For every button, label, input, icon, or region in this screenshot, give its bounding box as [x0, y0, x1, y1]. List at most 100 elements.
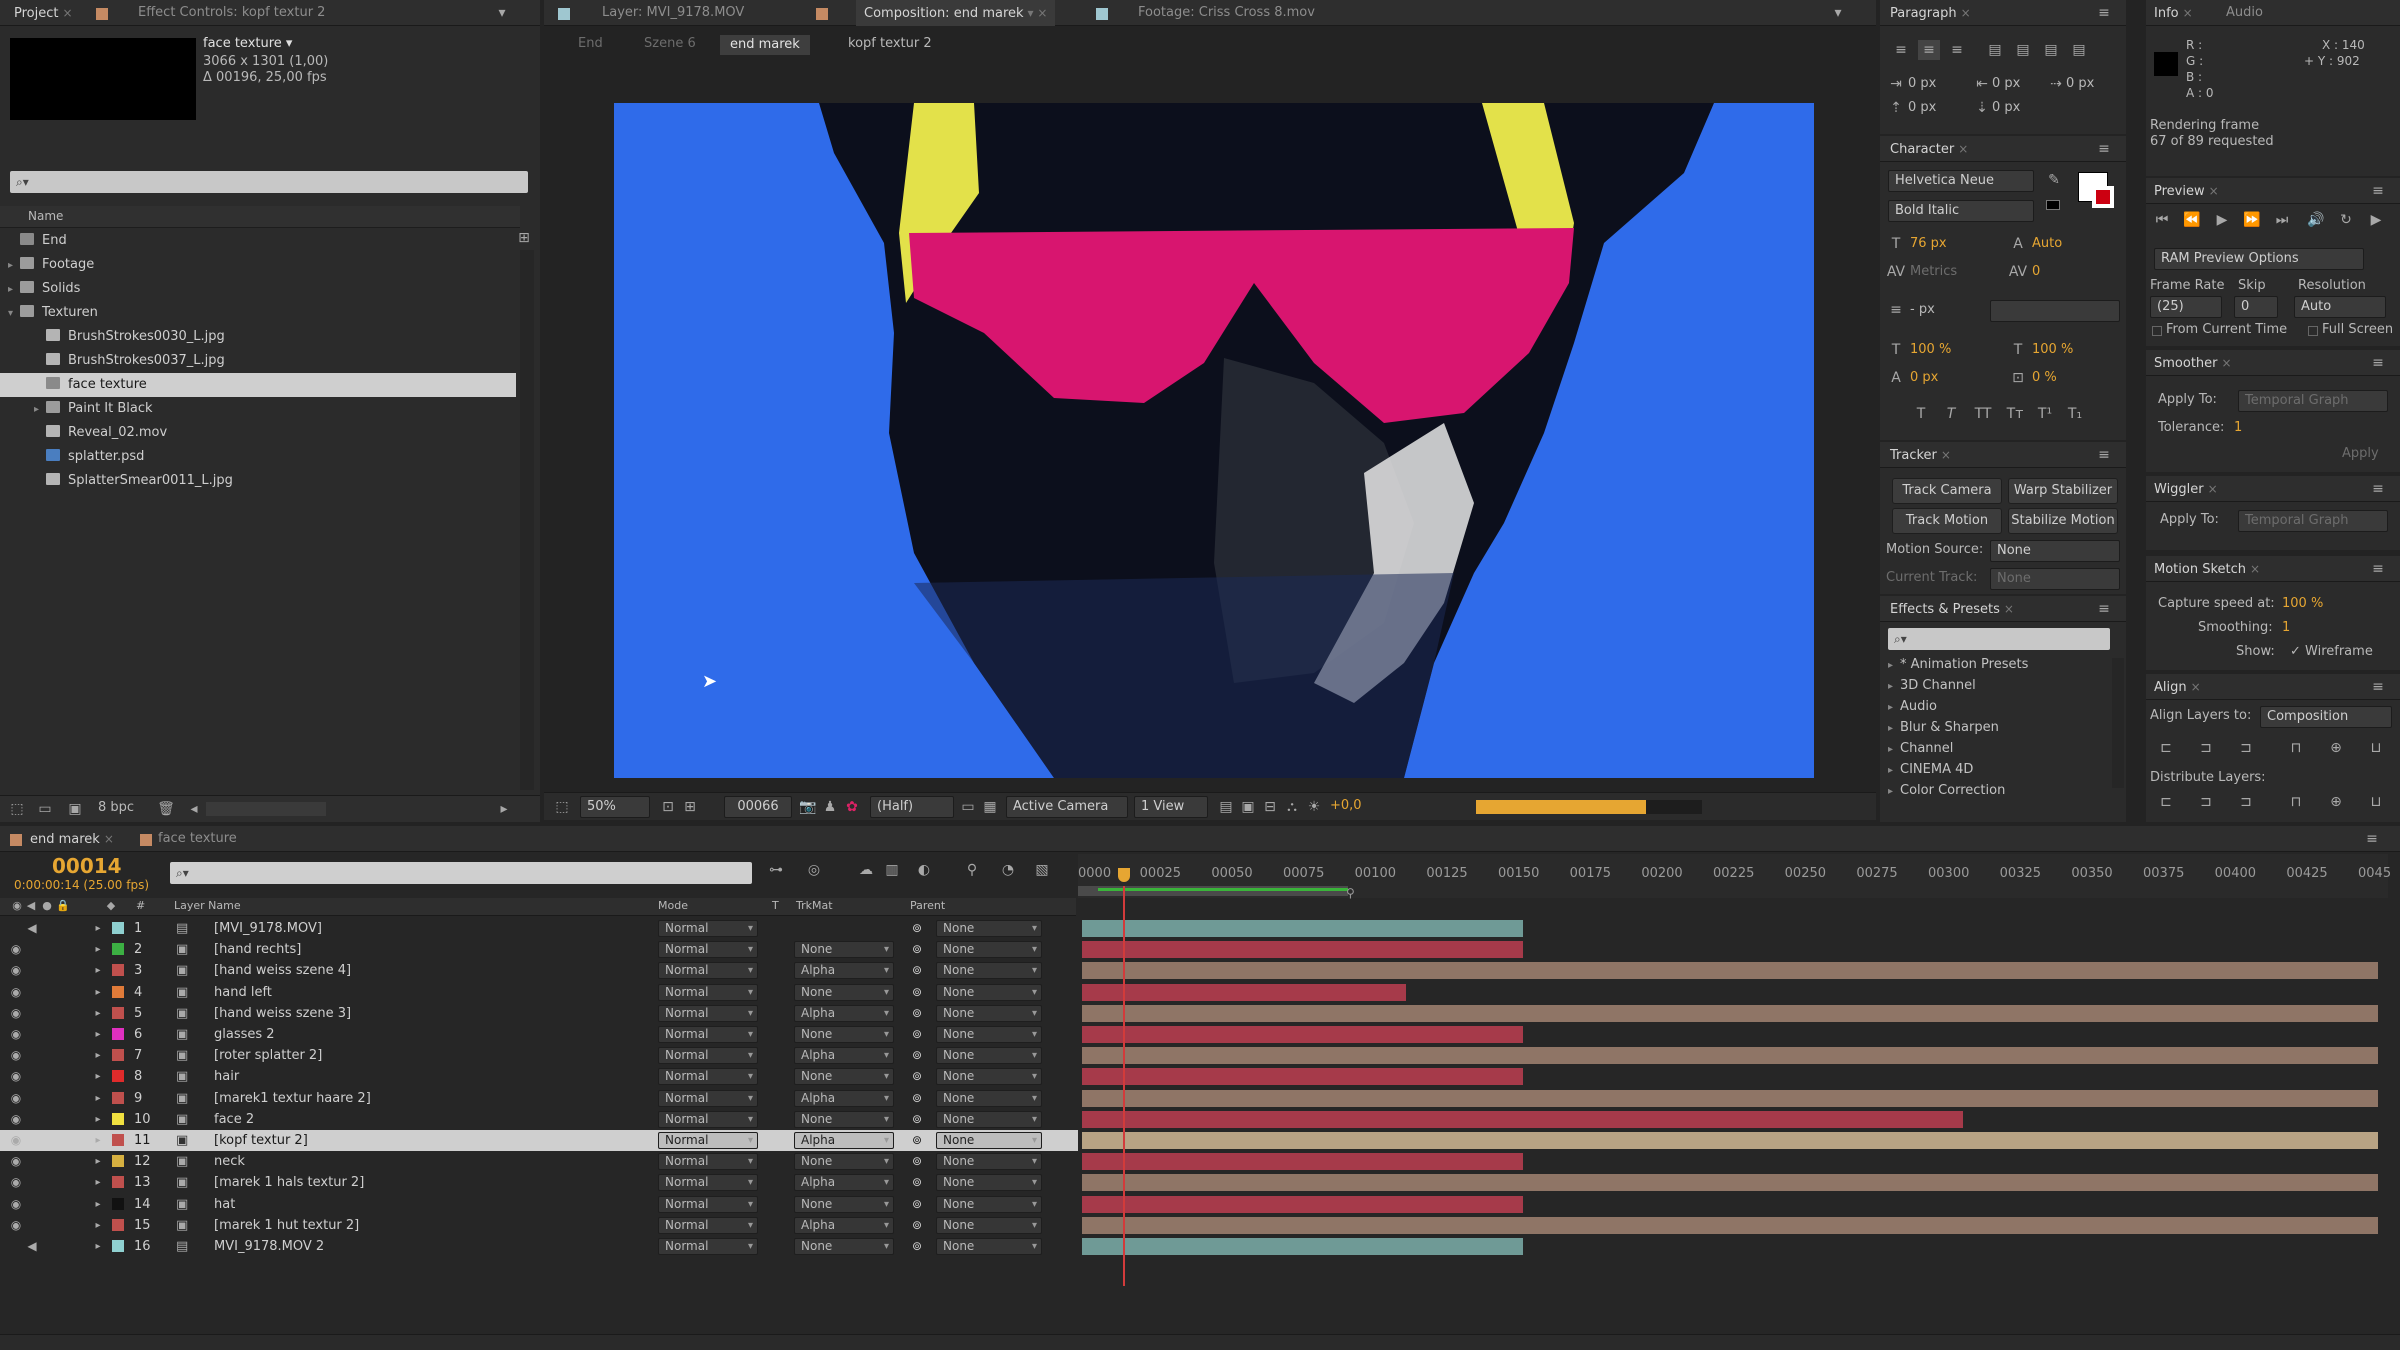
parent-pickwhip-icon[interactable]: ⊚ — [912, 1088, 922, 1109]
tab-effect-controls[interactable]: Effect Controls: kopf textur 2 — [138, 0, 325, 26]
timeline-menu-icon[interactable]: ≡ — [2362, 829, 2382, 849]
layer-name[interactable]: glasses 2 — [214, 1024, 275, 1045]
layer-duration-bar[interactable] — [1082, 962, 2378, 980]
subscript-icon[interactable]: T₁ — [2064, 404, 2086, 424]
parent-dropdown[interactable]: None — [936, 983, 1042, 1001]
visibility-eye-icon[interactable]: ◉ — [8, 1003, 24, 1024]
parent-pickwhip-icon[interactable]: ⊚ — [912, 1024, 922, 1045]
layer-track[interactable] — [1078, 939, 2400, 960]
expand-layer-icon[interactable]: ▸ — [90, 1109, 106, 1130]
project-item[interactable]: SplatterSmear0011_L.jpg — [0, 469, 516, 493]
parent-pickwhip-icon[interactable]: ⊚ — [912, 960, 922, 981]
previous-frame-icon[interactable]: ⏪ — [2180, 210, 2204, 230]
blend-mode-dropdown[interactable]: Normal — [658, 920, 758, 937]
project-item[interactable]: ▸ Solids — [0, 277, 516, 301]
layer-duration-bar[interactable] — [1082, 920, 1523, 937]
loop-icon[interactable]: ↻ — [2334, 210, 2358, 230]
parent-dropdown[interactable]: None — [936, 1004, 1042, 1022]
shy-layers-icon[interactable]: ☁ — [854, 860, 878, 880]
video-switch-header-icon[interactable]: ◉ — [10, 896, 24, 916]
delete-icon[interactable]: 🗑 — [155, 799, 177, 819]
project-item[interactable]: ▾ Texturen — [0, 301, 516, 325]
blend-mode-dropdown[interactable]: Normal — [658, 1195, 758, 1213]
layer-label-color[interactable] — [112, 1176, 124, 1189]
track-matte-dropdown[interactable]: None — [794, 1110, 894, 1128]
panel-menu-icon[interactable]: ▾ — [494, 3, 510, 23]
blend-mode-dropdown[interactable]: Normal — [658, 1153, 758, 1171]
disclosure-icon[interactable]: ▸ — [1888, 718, 1900, 739]
effects-category[interactable]: ▸ Channel — [1888, 738, 1953, 759]
parent-dropdown[interactable]: None — [936, 1089, 1042, 1107]
expand-layer-icon[interactable]: ▸ — [90, 1151, 106, 1172]
align-layers-to-dropdown[interactable]: Composition — [2260, 706, 2392, 728]
new-folder-icon[interactable]: ▭ — [34, 799, 56, 819]
audio-speaker-icon[interactable]: ◀ — [24, 1236, 40, 1257]
horizontal-scale-value[interactable]: 100 % — [2032, 342, 2073, 357]
track-camera-button[interactable]: Track Camera — [1892, 478, 2002, 504]
effects-category[interactable]: ▸ Audio — [1888, 696, 1937, 717]
motion-sketch-menu-icon[interactable]: ≡ — [2368, 559, 2388, 579]
render-queue-icon[interactable]: ▧ — [1030, 860, 1054, 880]
layer-duration-bar[interactable] — [1082, 1238, 1523, 1255]
project-item[interactable]: BrushStrokes0037_L.jpg — [0, 349, 516, 373]
effects-menu-icon[interactable]: ≡ — [2094, 599, 2114, 619]
layer-row[interactable]: ◉ ▸ 7 ▣ [roter splatter 2] Normal Alpha ⊚ None — [0, 1045, 1078, 1066]
layer-name[interactable]: hair — [214, 1066, 239, 1087]
skip-dropdown[interactable]: 0 — [2234, 296, 2278, 318]
frame-rate-dropdown[interactable]: (25) — [2150, 296, 2222, 318]
expand-layer-icon[interactable]: ▸ — [90, 1130, 106, 1151]
graph-editor-icon[interactable]: ⚲ — [960, 860, 984, 880]
layer-duration-bar[interactable] — [1082, 1174, 2378, 1192]
parent-dropdown[interactable]: None — [936, 1174, 1042, 1192]
current-track-dropdown[interactable]: None — [1990, 568, 2120, 590]
project-item[interactable]: face texture — [0, 373, 516, 397]
vertical-scale-value[interactable]: 100 % — [1910, 342, 1951, 357]
project-item[interactable]: ▸ Footage — [0, 253, 516, 277]
small-caps-icon[interactable]: Tт — [2004, 404, 2026, 424]
tolerance-value[interactable]: 1 — [2234, 420, 2242, 435]
align-left-icon[interactable]: ≡ — [1890, 40, 1912, 60]
channel-icon[interactable]: ✿ — [842, 797, 862, 817]
baseline-shift-value[interactable]: 0 px — [1910, 370, 1938, 385]
layer-name[interactable]: [hand weiss szene 4] — [214, 960, 351, 981]
layer-row[interactable]: ◉ ▸ 9 ▣ [marek1 textur haare 2] Normal Alpha ⊚ N… — [0, 1088, 1078, 1109]
tab-motion-sketch[interactable]: Motion Sketch × — [2154, 556, 2260, 582]
viewer-menu-icon[interactable]: ▾ — [1830, 3, 1846, 23]
blend-mode-dropdown[interactable]: Normal — [658, 1026, 758, 1043]
playhead-handle-icon[interactable] — [1118, 868, 1130, 882]
bpc-toggle[interactable]: 8 bpc — [98, 800, 134, 815]
layer-name[interactable]: hand left — [214, 982, 272, 1003]
layer-duration-bar[interactable] — [1082, 1004, 2378, 1022]
tab-wiggler[interactable]: Wiggler × — [2154, 476, 2218, 502]
layer-duration-bar[interactable] — [1082, 1216, 2378, 1234]
layer-name[interactable]: [marek1 textur haare 2] — [214, 1088, 371, 1109]
layer-label-color[interactable] — [112, 1197, 124, 1210]
play-icon[interactable]: ▶ — [2210, 210, 2234, 230]
parent-pickwhip-icon[interactable]: ⊚ — [912, 1130, 922, 1151]
black-swatch[interactable] — [2046, 200, 2060, 210]
project-item[interactable]: splatter.psd — [0, 445, 516, 469]
visibility-eye-icon[interactable]: ◉ — [8, 1172, 24, 1193]
interpret-footage-icon[interactable]: ⬚ — [6, 799, 28, 819]
next-frame-icon[interactable]: ⏩ — [2240, 210, 2264, 230]
layer-track[interactable] — [1078, 1024, 2400, 1045]
mute-audio-icon[interactable]: 🔊 — [2304, 210, 2328, 230]
composition-canvas[interactable]: ➤ — [614, 103, 1814, 778]
parent-dropdown[interactable]: None — [936, 941, 1042, 959]
blend-mode-dropdown[interactable]: Normal — [658, 983, 758, 1001]
ruler-end-icon[interactable]: ⚲ — [1346, 886, 1376, 900]
expand-layer-icon[interactable]: ▸ — [90, 960, 106, 981]
layer-label-color[interactable] — [112, 943, 124, 956]
frame-blending-icon[interactable]: ▥ — [880, 860, 904, 880]
layer-row[interactable]: ◉ ▸ 15 ▣ [marek 1 hut textur 2] Normal Alpha ⊚ N… — [0, 1215, 1078, 1236]
align-horizontal-center-icon[interactable]: ⊐ — [2194, 738, 2218, 758]
timeline-icon[interactable]: ⊟ — [1260, 797, 1280, 817]
parent-dropdown[interactable]: None — [936, 962, 1042, 980]
preview-menu-icon[interactable]: ≡ — [2368, 181, 2388, 201]
disclosure-open-icon[interactable]: ▾ — [8, 302, 20, 326]
distribute-left-icon[interactable]: ⊓ — [2284, 792, 2308, 812]
visibility-eye-icon[interactable]: ◉ — [8, 1066, 24, 1087]
blend-mode-dropdown[interactable]: Normal — [658, 962, 758, 980]
blend-mode-dropdown[interactable]: Normal — [658, 941, 758, 959]
layer-name-column-header[interactable]: Layer Name — [174, 899, 241, 912]
